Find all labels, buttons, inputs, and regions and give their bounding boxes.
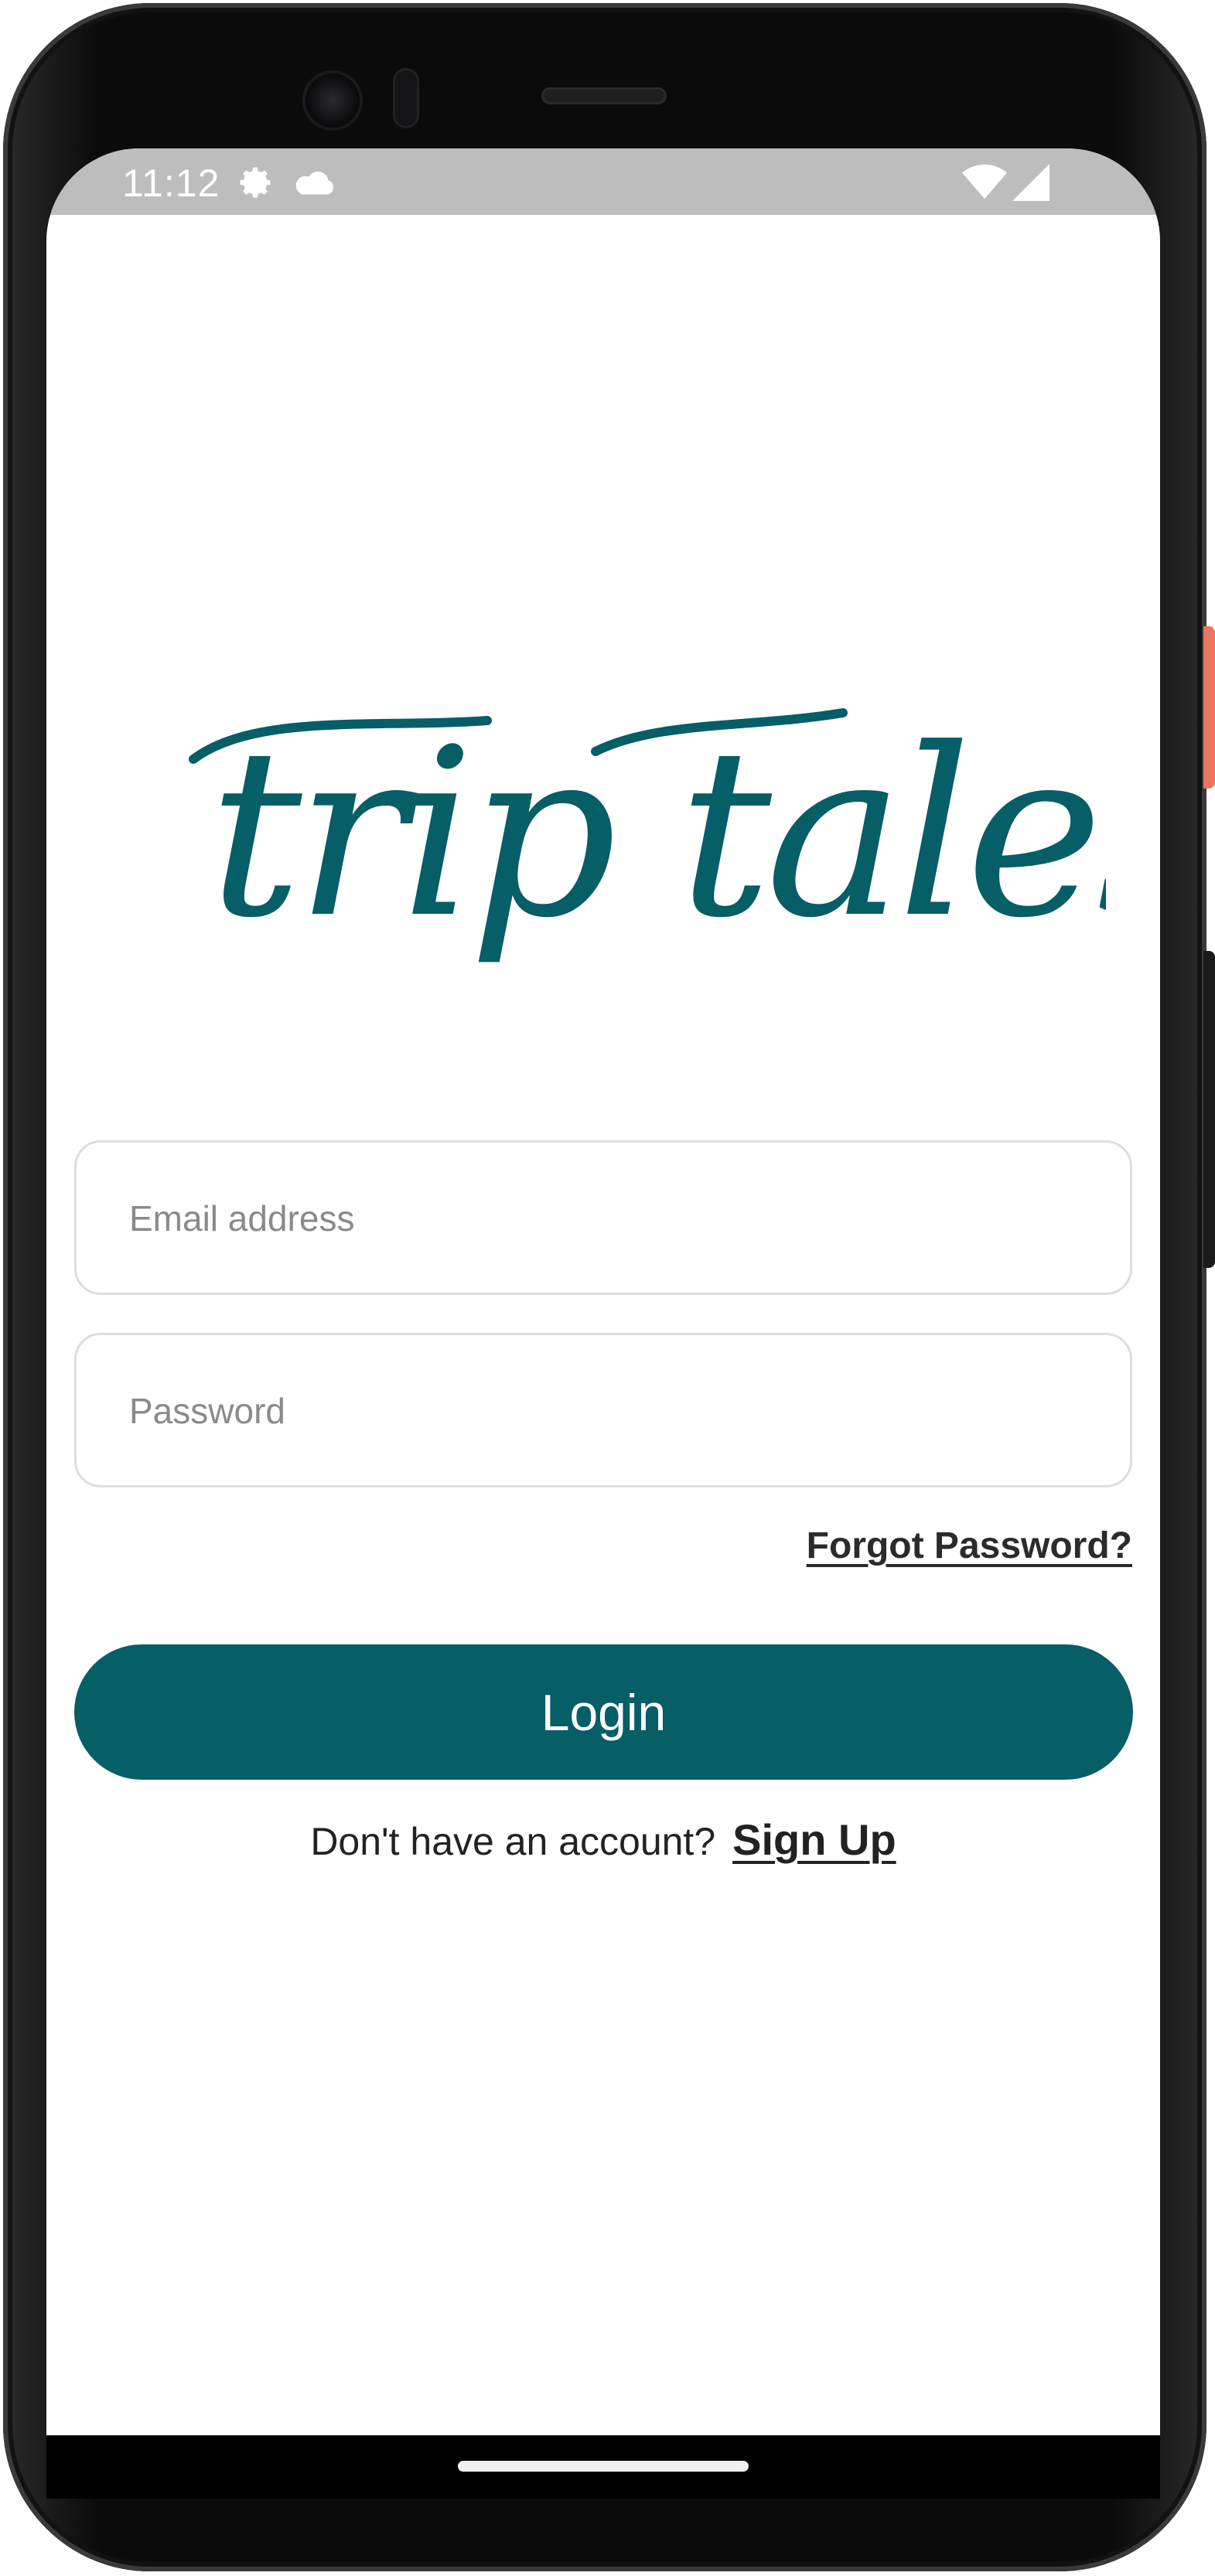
front-camera xyxy=(305,73,360,128)
signup-prompt: Don't have an account? xyxy=(310,1820,716,1863)
phone-device: 11:12 trip tales Forgot Passwor xyxy=(0,0,1215,2576)
password-field[interactable] xyxy=(74,1333,1132,1487)
proximity-sensor xyxy=(393,68,419,128)
email-field[interactable] xyxy=(74,1140,1132,1295)
logo-text: trip tales xyxy=(209,705,1106,969)
earpiece-speaker xyxy=(541,87,667,104)
cloud-icon xyxy=(295,171,334,195)
gear-icon xyxy=(240,167,271,198)
home-indicator[interactable] xyxy=(458,2461,749,2472)
password-input[interactable] xyxy=(128,1335,1097,1487)
sign-up-link[interactable]: Sign Up xyxy=(732,1815,896,1864)
app-screen: 11:12 trip tales Forgot Passwor xyxy=(46,148,1160,2499)
status-time: 11:12 xyxy=(122,162,220,205)
signup-row: Don't have an account? Sign Up xyxy=(46,1814,1160,1865)
wifi-icon xyxy=(962,164,1007,199)
signal-icon xyxy=(1012,164,1049,201)
trip-tales-logo: trip tales xyxy=(189,705,1106,969)
power-button xyxy=(1203,626,1215,789)
email-input[interactable] xyxy=(128,1143,1097,1294)
volume-button xyxy=(1203,951,1215,1268)
status-bar: 11:12 xyxy=(46,148,1160,215)
forgot-password-link[interactable]: Forgot Password? xyxy=(807,1525,1132,1567)
login-button[interactable]: Login xyxy=(74,1644,1133,1780)
